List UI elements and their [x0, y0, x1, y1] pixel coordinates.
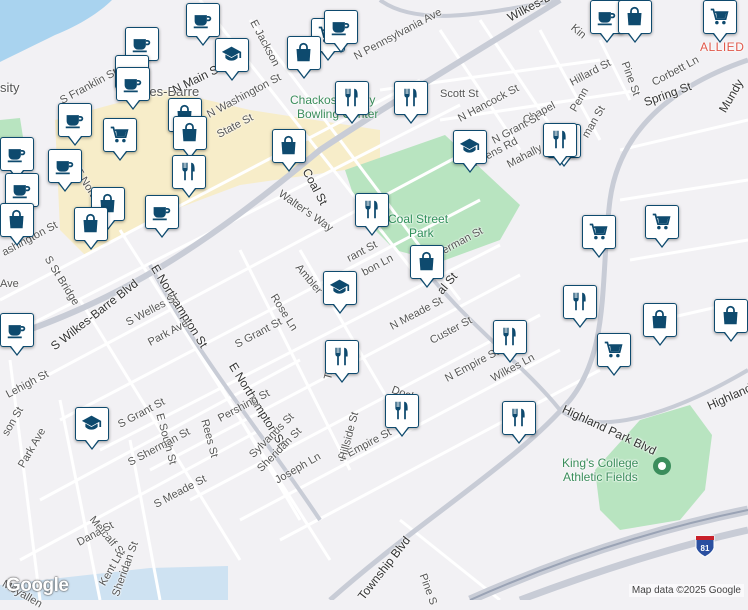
map-marker[interactable]	[215, 38, 249, 81]
map-marker[interactable]	[103, 118, 137, 161]
map-marker[interactable]	[0, 203, 34, 246]
map-marker[interactable]	[172, 155, 206, 198]
map-marker[interactable]	[597, 333, 631, 376]
map-marker[interactable]	[58, 103, 92, 146]
map-marker[interactable]	[582, 215, 616, 258]
map-marker[interactable]	[714, 299, 748, 342]
google-logo: Google	[6, 575, 69, 596]
coal-street-park-label: Coal Street	[388, 212, 449, 226]
map-marker[interactable]	[75, 407, 109, 450]
map-marker[interactable]	[74, 207, 108, 250]
river	[0, 0, 112, 62]
map-marker[interactable]	[643, 303, 677, 346]
map-marker[interactable]	[116, 67, 150, 110]
map-marker[interactable]	[5, 173, 39, 216]
map-marker[interactable]	[272, 129, 306, 172]
map-marker[interactable]	[453, 130, 487, 173]
map-marker[interactable]	[186, 3, 220, 46]
coal-street-park-label-2: Park	[409, 226, 434, 240]
map-marker[interactable]	[493, 320, 527, 363]
street-scott: Scott St	[440, 88, 479, 100]
map-marker[interactable]	[355, 193, 389, 236]
map-marker[interactable]	[0, 137, 34, 180]
map-marker[interactable]	[325, 340, 359, 383]
map-marker[interactable]	[410, 245, 444, 288]
interstate-number: 81	[701, 544, 710, 553]
map-marker[interactable]	[645, 205, 679, 248]
map-marker[interactable]	[543, 123, 577, 166]
map-marker[interactable]	[385, 394, 419, 437]
kings-college-poi-icon[interactable]	[653, 457, 671, 475]
map-marker[interactable]	[335, 81, 369, 124]
university-label: sity	[0, 80, 20, 95]
kings-college-label: King's College	[562, 456, 639, 470]
map-marker[interactable]	[563, 285, 597, 328]
map-attribution[interactable]: Map data ©2025 Google	[628, 584, 744, 597]
map-marker[interactable]	[48, 149, 82, 192]
map-marker[interactable]	[502, 401, 536, 444]
map-marker[interactable]	[618, 0, 652, 43]
interstate-shield: 81	[695, 535, 715, 558]
map-marker[interactable]	[324, 10, 358, 53]
map-marker[interactable]	[0, 313, 34, 356]
map-marker[interactable]	[703, 0, 737, 43]
map-marker[interactable]	[323, 271, 357, 314]
street-ave: Ave	[0, 278, 19, 290]
map-marker[interactable]	[394, 81, 428, 124]
map-marker[interactable]	[287, 36, 321, 79]
kings-college-label-2: Athletic Fields	[563, 470, 638, 484]
map-marker[interactable]	[173, 116, 207, 159]
map-marker[interactable]	[145, 195, 179, 238]
